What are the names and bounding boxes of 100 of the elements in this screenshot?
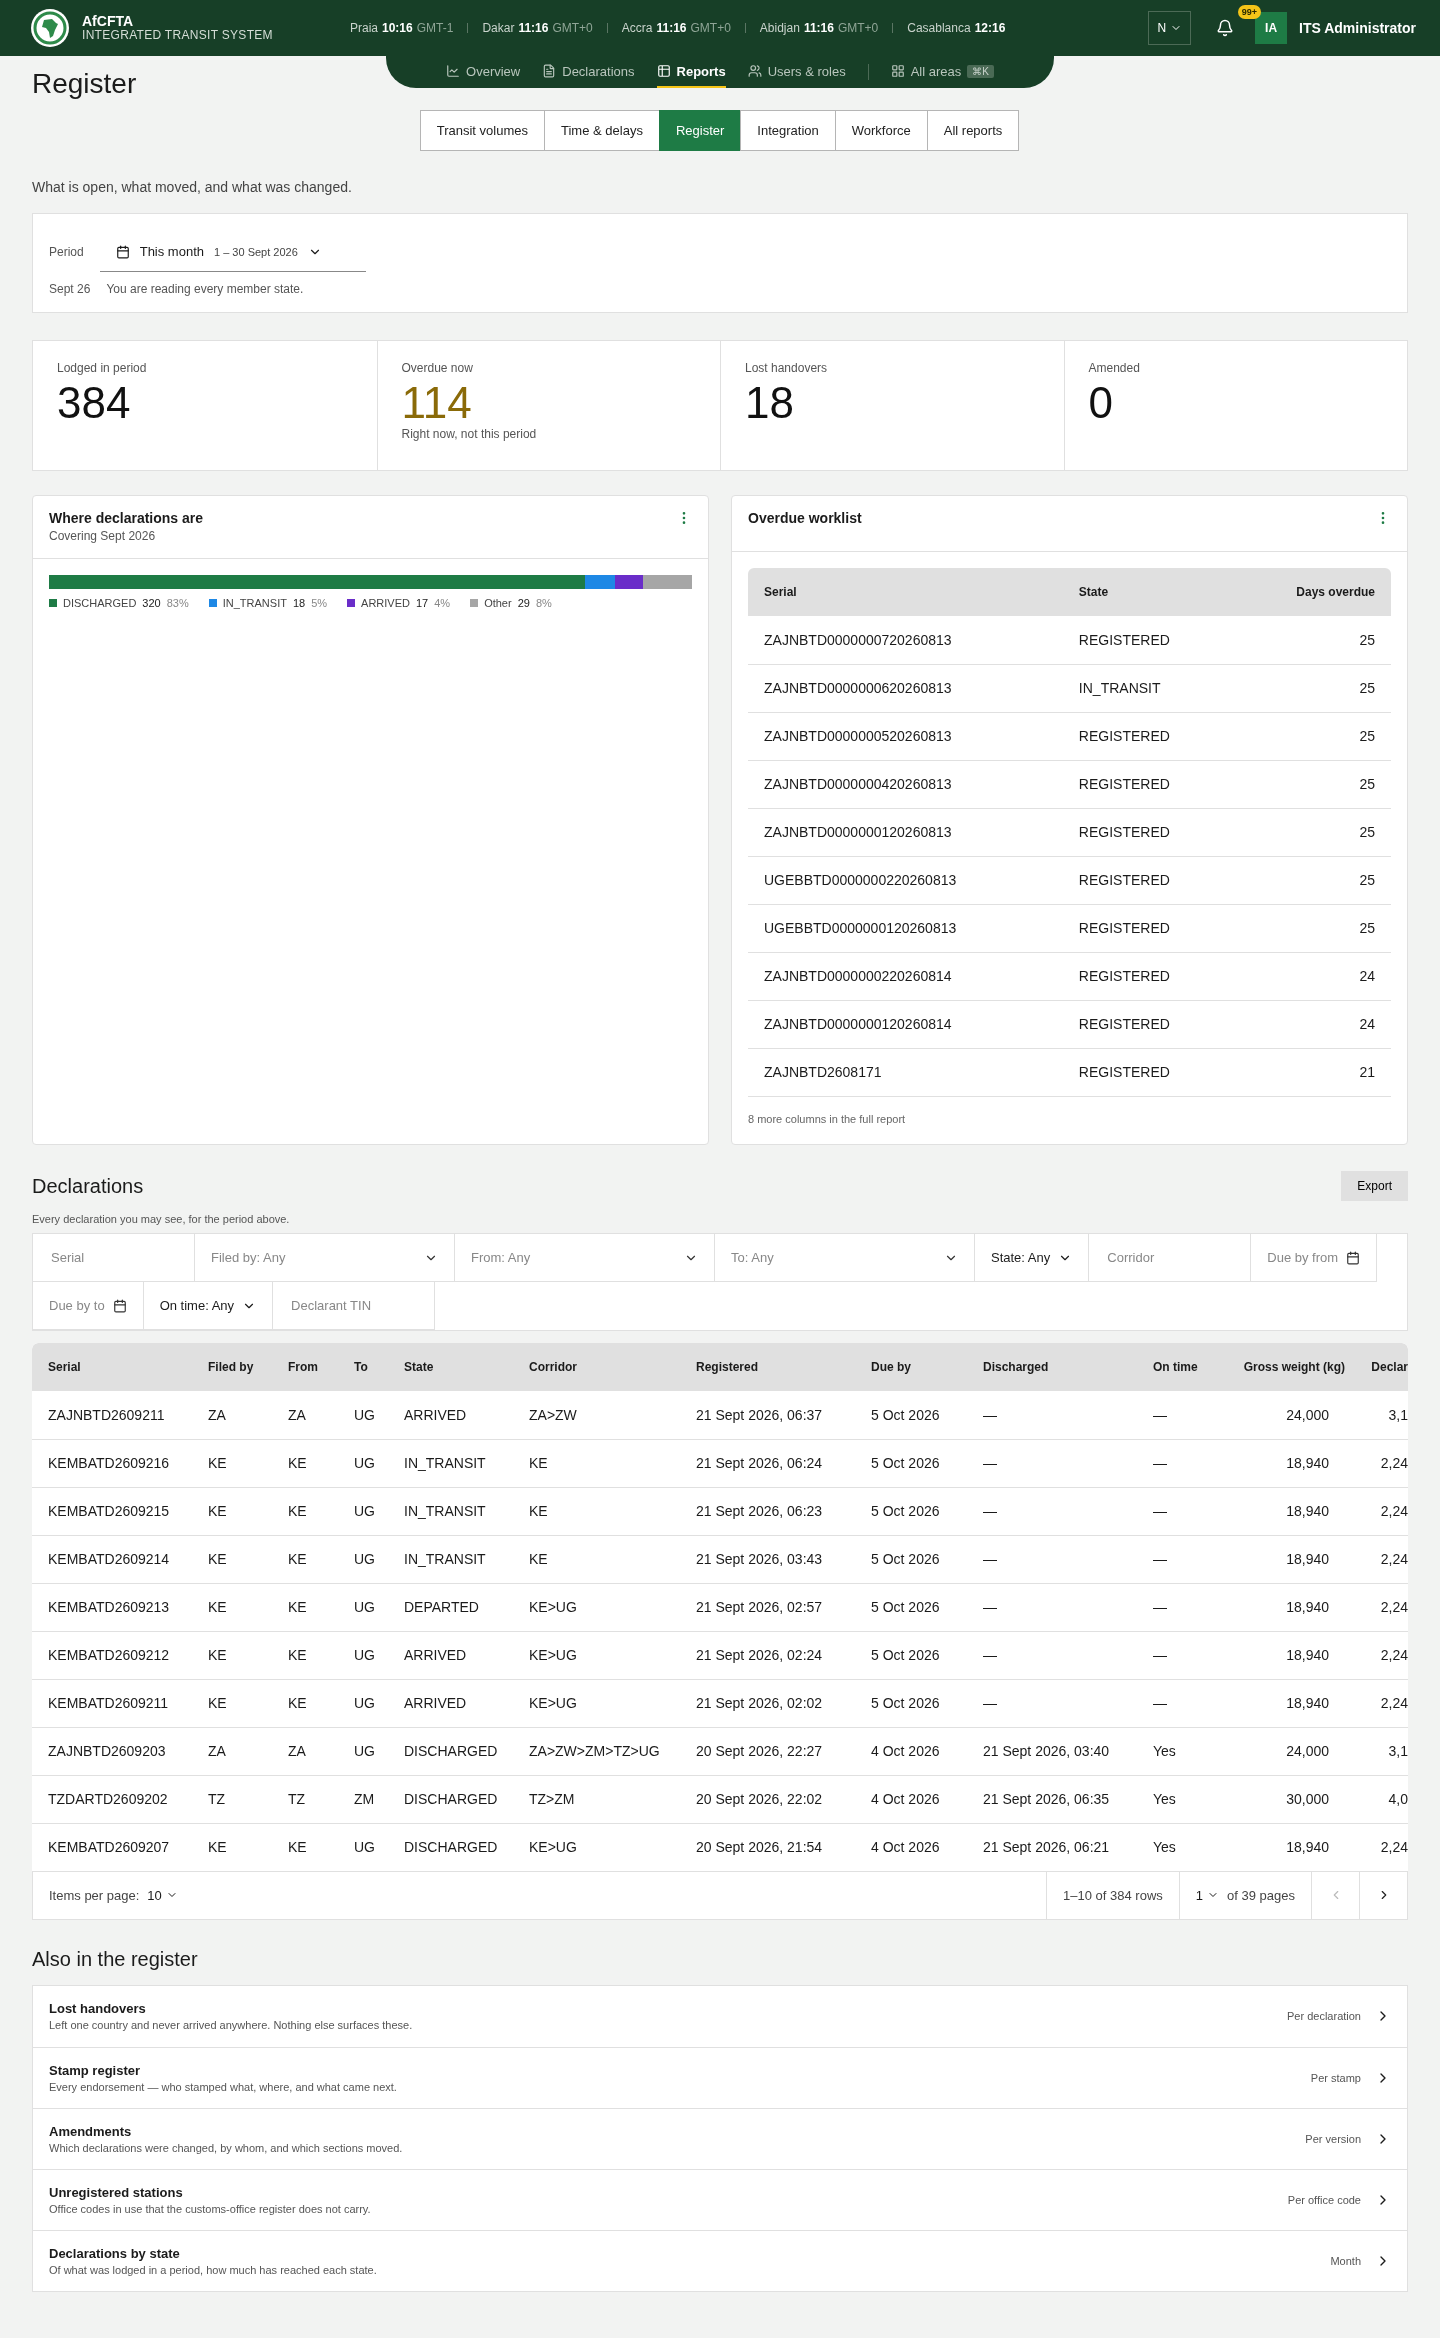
legend-share: 83% xyxy=(166,597,189,609)
table-cell: IN_TRANSIT xyxy=(388,1487,513,1535)
table-cell: 18,940 xyxy=(1217,1679,1345,1727)
nav-tab[interactable]: Declarations xyxy=(542,56,635,88)
table-cell: 21 Sept 2026, 03:40 xyxy=(967,1727,1137,1775)
table-cell: — xyxy=(967,1583,1137,1631)
intro-text: What is open, what moved, and what was changed. xyxy=(32,179,353,195)
per-page-label: Items per page: xyxy=(49,1887,140,1903)
table-cell: 18,940 xyxy=(1217,1535,1345,1583)
legend-share: 8% xyxy=(535,597,552,609)
report-link[interactable]: Declarations by state Of what was lodged in a period, how much has reached each state. Month xyxy=(33,2229,1407,2291)
date-field[interactable]: Due by to xyxy=(33,1282,144,1330)
column-header: Days overdue xyxy=(1235,568,1391,616)
report-link[interactable]: Unregistered stations Office codes in use that the customs-office register does not carry. Per office code xyxy=(33,2168,1407,2230)
kpi-value: 114 xyxy=(401,379,472,428)
table-cell: 3,1 xyxy=(1345,1727,1408,1775)
chart-line-icon xyxy=(446,64,461,78)
city-clock: Abidjan 11:16 GMT+0 xyxy=(759,21,879,35)
filter-dropdown[interactable]: From: Any xyxy=(455,1234,715,1282)
nav-tab[interactable]: Users & roles xyxy=(747,56,846,88)
table-cell: 5 Oct 2026 xyxy=(855,1535,967,1583)
table-cell: 2,24 xyxy=(1345,1487,1408,1535)
table-cell: UG xyxy=(338,1583,388,1631)
per-page-select[interactable]: 10 xyxy=(147,1887,178,1903)
period-date: Sept 26 xyxy=(49,282,91,296)
table-cell: 18,940 xyxy=(1217,1487,1345,1535)
report-tab[interactable]: All reports xyxy=(926,110,1020,151)
table-cell: DISCHARGED xyxy=(388,1775,513,1823)
nav-tab[interactable]: Reports xyxy=(656,56,726,88)
table-cell: KE>UG xyxy=(513,1583,680,1631)
table-cell: KE xyxy=(272,1439,338,1487)
table-cell: 2,24 xyxy=(1345,1535,1408,1583)
brand-subtitle: INTEGRATED TRANSIT SYSTEM xyxy=(82,29,273,43)
section-title: Declarations xyxy=(32,1174,144,1198)
table-cell: DISCHARGED xyxy=(388,1823,513,1871)
legend-label: IN_TRANSIT xyxy=(222,597,287,609)
language-select[interactable]: N xyxy=(1148,11,1192,45)
column-header: State xyxy=(1062,568,1236,616)
column-header: Filed by xyxy=(192,1343,272,1391)
kpi-note: Right now, not this period xyxy=(401,427,537,442)
table-cell: 2,24 xyxy=(1345,1823,1408,1871)
table-cell: KE xyxy=(272,1631,338,1679)
table-cell: KE>UG xyxy=(513,1631,680,1679)
column-header: Due by xyxy=(855,1343,967,1391)
filter-field[interactable]: Declarant TIN xyxy=(289,1297,419,1314)
filter-field[interactable]: Corridor xyxy=(1105,1249,1235,1266)
table-cell: KEMBATD2609215 xyxy=(32,1487,192,1535)
table-cell: Yes xyxy=(1137,1727,1217,1775)
report-tab[interactable]: Integration xyxy=(740,110,836,151)
section-description: Every declaration you may see, for the period above. xyxy=(32,1213,291,1225)
report-tab[interactable]: Transit volumes xyxy=(419,110,545,151)
export-button[interactable]: Export xyxy=(1341,1171,1408,1201)
filter-field[interactable]: Serial xyxy=(49,1249,178,1266)
table-cell: REGISTERED xyxy=(1062,760,1236,808)
table-cell: ZAJNBTD0000000420260813 xyxy=(748,760,1063,808)
table-cell: 24 xyxy=(1235,952,1391,1000)
legend-count: 17 xyxy=(416,597,429,609)
column-header: To xyxy=(338,1343,388,1391)
kpi-label: Lodged in period xyxy=(57,361,147,375)
table-cell: KE xyxy=(513,1487,680,1535)
report-tab[interactable]: Workforce xyxy=(834,110,928,151)
report-link[interactable]: Amendments Which declarations were changed, by whom, and which sections moved. Per version xyxy=(33,2107,1407,2169)
report-link[interactable]: Lost handovers Left one country and never arrived anywhere. Nothing else surfaces these. Per declaration xyxy=(33,1985,1407,2047)
period-label: Period xyxy=(49,245,84,259)
column-header: From xyxy=(272,1343,338,1391)
table-cell: TZDARTD2609202 xyxy=(32,1775,192,1823)
filter-dropdown[interactable]: To: Any xyxy=(715,1234,975,1282)
date-field[interactable]: Due by from xyxy=(1251,1234,1378,1282)
table-cell: KEMBATD2609213 xyxy=(32,1583,192,1631)
table-cell: ZAJNBTD0000000120260813 xyxy=(748,808,1063,856)
table-cell: REGISTERED xyxy=(1062,616,1236,664)
table-cell: — xyxy=(967,1631,1137,1679)
table-cell: UG xyxy=(338,1823,388,1871)
page-title: Register xyxy=(32,68,138,100)
period-select[interactable]: This month 1 – 30 Sept 2026 xyxy=(99,232,366,272)
legend-count: 29 xyxy=(517,597,530,609)
card-title: Where declarations are xyxy=(49,510,204,526)
table-cell: KE xyxy=(192,1583,272,1631)
table-cell: UG xyxy=(338,1727,388,1775)
filter-dropdown[interactable]: Filed by: Any xyxy=(195,1234,455,1282)
filter-dropdown[interactable]: State: Any xyxy=(975,1234,1090,1282)
report-tab[interactable]: Register xyxy=(658,110,742,151)
nav-tab[interactable]: Overview xyxy=(446,56,521,88)
table-cell: — xyxy=(1137,1391,1217,1439)
table-cell: KE xyxy=(192,1631,272,1679)
page-select[interactable]: 1 xyxy=(1195,1887,1220,1903)
nav-tab[interactable]: All areas ⌘K xyxy=(890,56,994,88)
table-cell: ARRIVED xyxy=(388,1679,513,1727)
column-header: Discharged xyxy=(967,1343,1137,1391)
table-cell: 2,24 xyxy=(1345,1439,1408,1487)
table-cell: ZAJNBTD2609203 xyxy=(32,1727,192,1775)
table-cell: KE xyxy=(192,1439,272,1487)
table-cell: TZ xyxy=(192,1775,272,1823)
table-cell: REGISTERED xyxy=(1062,712,1236,760)
table-cell: 4 Oct 2026 xyxy=(855,1775,967,1823)
legend-share: 4% xyxy=(434,597,451,609)
report-tab[interactable]: Time & delays xyxy=(544,110,660,151)
table-cell: ARRIVED xyxy=(388,1631,513,1679)
report-link[interactable]: Stamp register Every endorsement — who stamped what, where, and what came next. Per stamp xyxy=(33,2046,1407,2108)
filter-dropdown[interactable]: On time: Any xyxy=(143,1282,274,1330)
